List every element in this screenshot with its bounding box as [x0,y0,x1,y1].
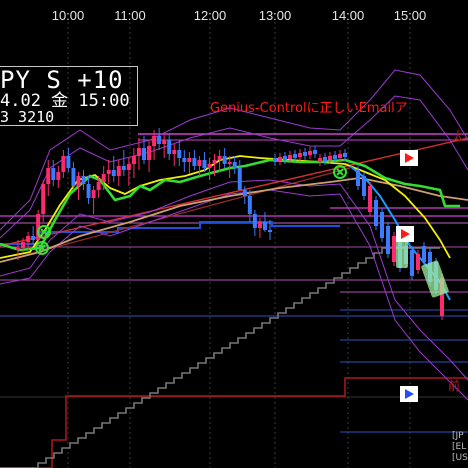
warning-annotation: Genius-Controlに正しいEmailア [210,101,408,116]
candle-body [86,184,91,198]
candle-body [101,174,106,182]
horizontal-levels [0,133,468,468]
candle-body [207,164,212,168]
candle-body [91,190,96,198]
candle-body [416,254,420,270]
candle-body [41,184,46,214]
candle-body [278,157,282,161]
candle-body [16,248,20,250]
candle-body [197,160,202,166]
candle-body [242,190,247,196]
corner-label-jp: [JP [452,431,464,441]
candle-body [222,156,227,164]
x-tick-label: 10:00 [52,8,85,23]
candle-body [338,154,342,158]
candle-body [283,156,287,160]
candle-body [343,153,347,157]
candle-body [66,156,71,168]
candle-body [262,222,267,230]
corner-label-us: [US [452,453,468,463]
candle-body [56,172,61,180]
symbol-label: PY S +10 [0,66,124,94]
candle-body [392,236,396,262]
candle-body [298,153,302,157]
candle-body [51,168,56,180]
candle-body [61,156,66,172]
x-tick-label: 11:00 [114,8,146,23]
candle-body [410,250,414,276]
candle-body [293,154,297,158]
candle-body [217,156,222,160]
ohlc-label: 3 3210 [0,108,55,126]
candle-body [257,222,262,228]
candle-body [126,164,131,170]
candle-body [106,170,111,174]
candle-body [71,168,76,186]
candle-body [167,140,172,154]
candle-body [232,162,237,168]
candle-body [313,150,317,154]
x-axis-ticks: 10:00 11:00 12:00 13:00 14:00 15:00 [52,8,427,23]
candle-body [318,158,322,162]
candle-body [121,166,126,170]
candle-body [308,151,312,155]
candle-body [192,158,197,166]
indicator-lines [0,69,468,468]
candle-body [172,150,177,154]
candle-body [152,136,157,146]
candle-body [147,146,152,160]
candle-body [111,170,116,176]
candle-body [26,236,31,242]
candle-body [182,158,187,162]
candle-body [380,212,384,238]
prev-high-label: 前 [448,379,461,393]
x-tick-label: 14:00 [332,8,365,23]
candle-body [368,186,372,212]
candle-body [136,148,141,156]
candle-body [333,155,337,159]
candle-body [386,226,390,254]
candle-body [362,176,366,196]
x-tick-label: 12:00 [194,8,227,23]
right-top-label: 太 [452,129,465,143]
candle-body [374,200,378,226]
candle-body [227,162,232,164]
candle-body [268,230,272,232]
candle-body [162,140,167,144]
candle-body [422,246,426,262]
candle-body [21,242,26,248]
prev-high-line [0,377,468,468]
candle-body [212,160,217,164]
candle-body [131,156,136,164]
candle-body [356,170,360,186]
candle-body [76,176,81,186]
candle-body [142,148,146,160]
candle-body [252,214,257,228]
candle-body [96,182,101,190]
candle-body [323,157,327,161]
candle-body [157,136,162,144]
candle-body [46,168,51,184]
candle-body [81,176,86,184]
candle-body [187,158,192,162]
candle-body [31,236,36,240]
candle-body [328,156,332,160]
highlight-bar [396,240,408,268]
candle-body [303,152,307,156]
candle-body [202,160,207,168]
candle-body [237,168,242,190]
candle-body [177,150,182,158]
candle-body [247,196,252,214]
corner-label-el: [EL [452,442,467,452]
x-tick-label: 15:00 [394,8,427,23]
candles-layer [16,128,444,320]
candle-body [288,155,292,159]
x-tick-label: 13:00 [259,8,292,23]
candle-body [273,158,277,162]
candle-body [116,166,121,176]
